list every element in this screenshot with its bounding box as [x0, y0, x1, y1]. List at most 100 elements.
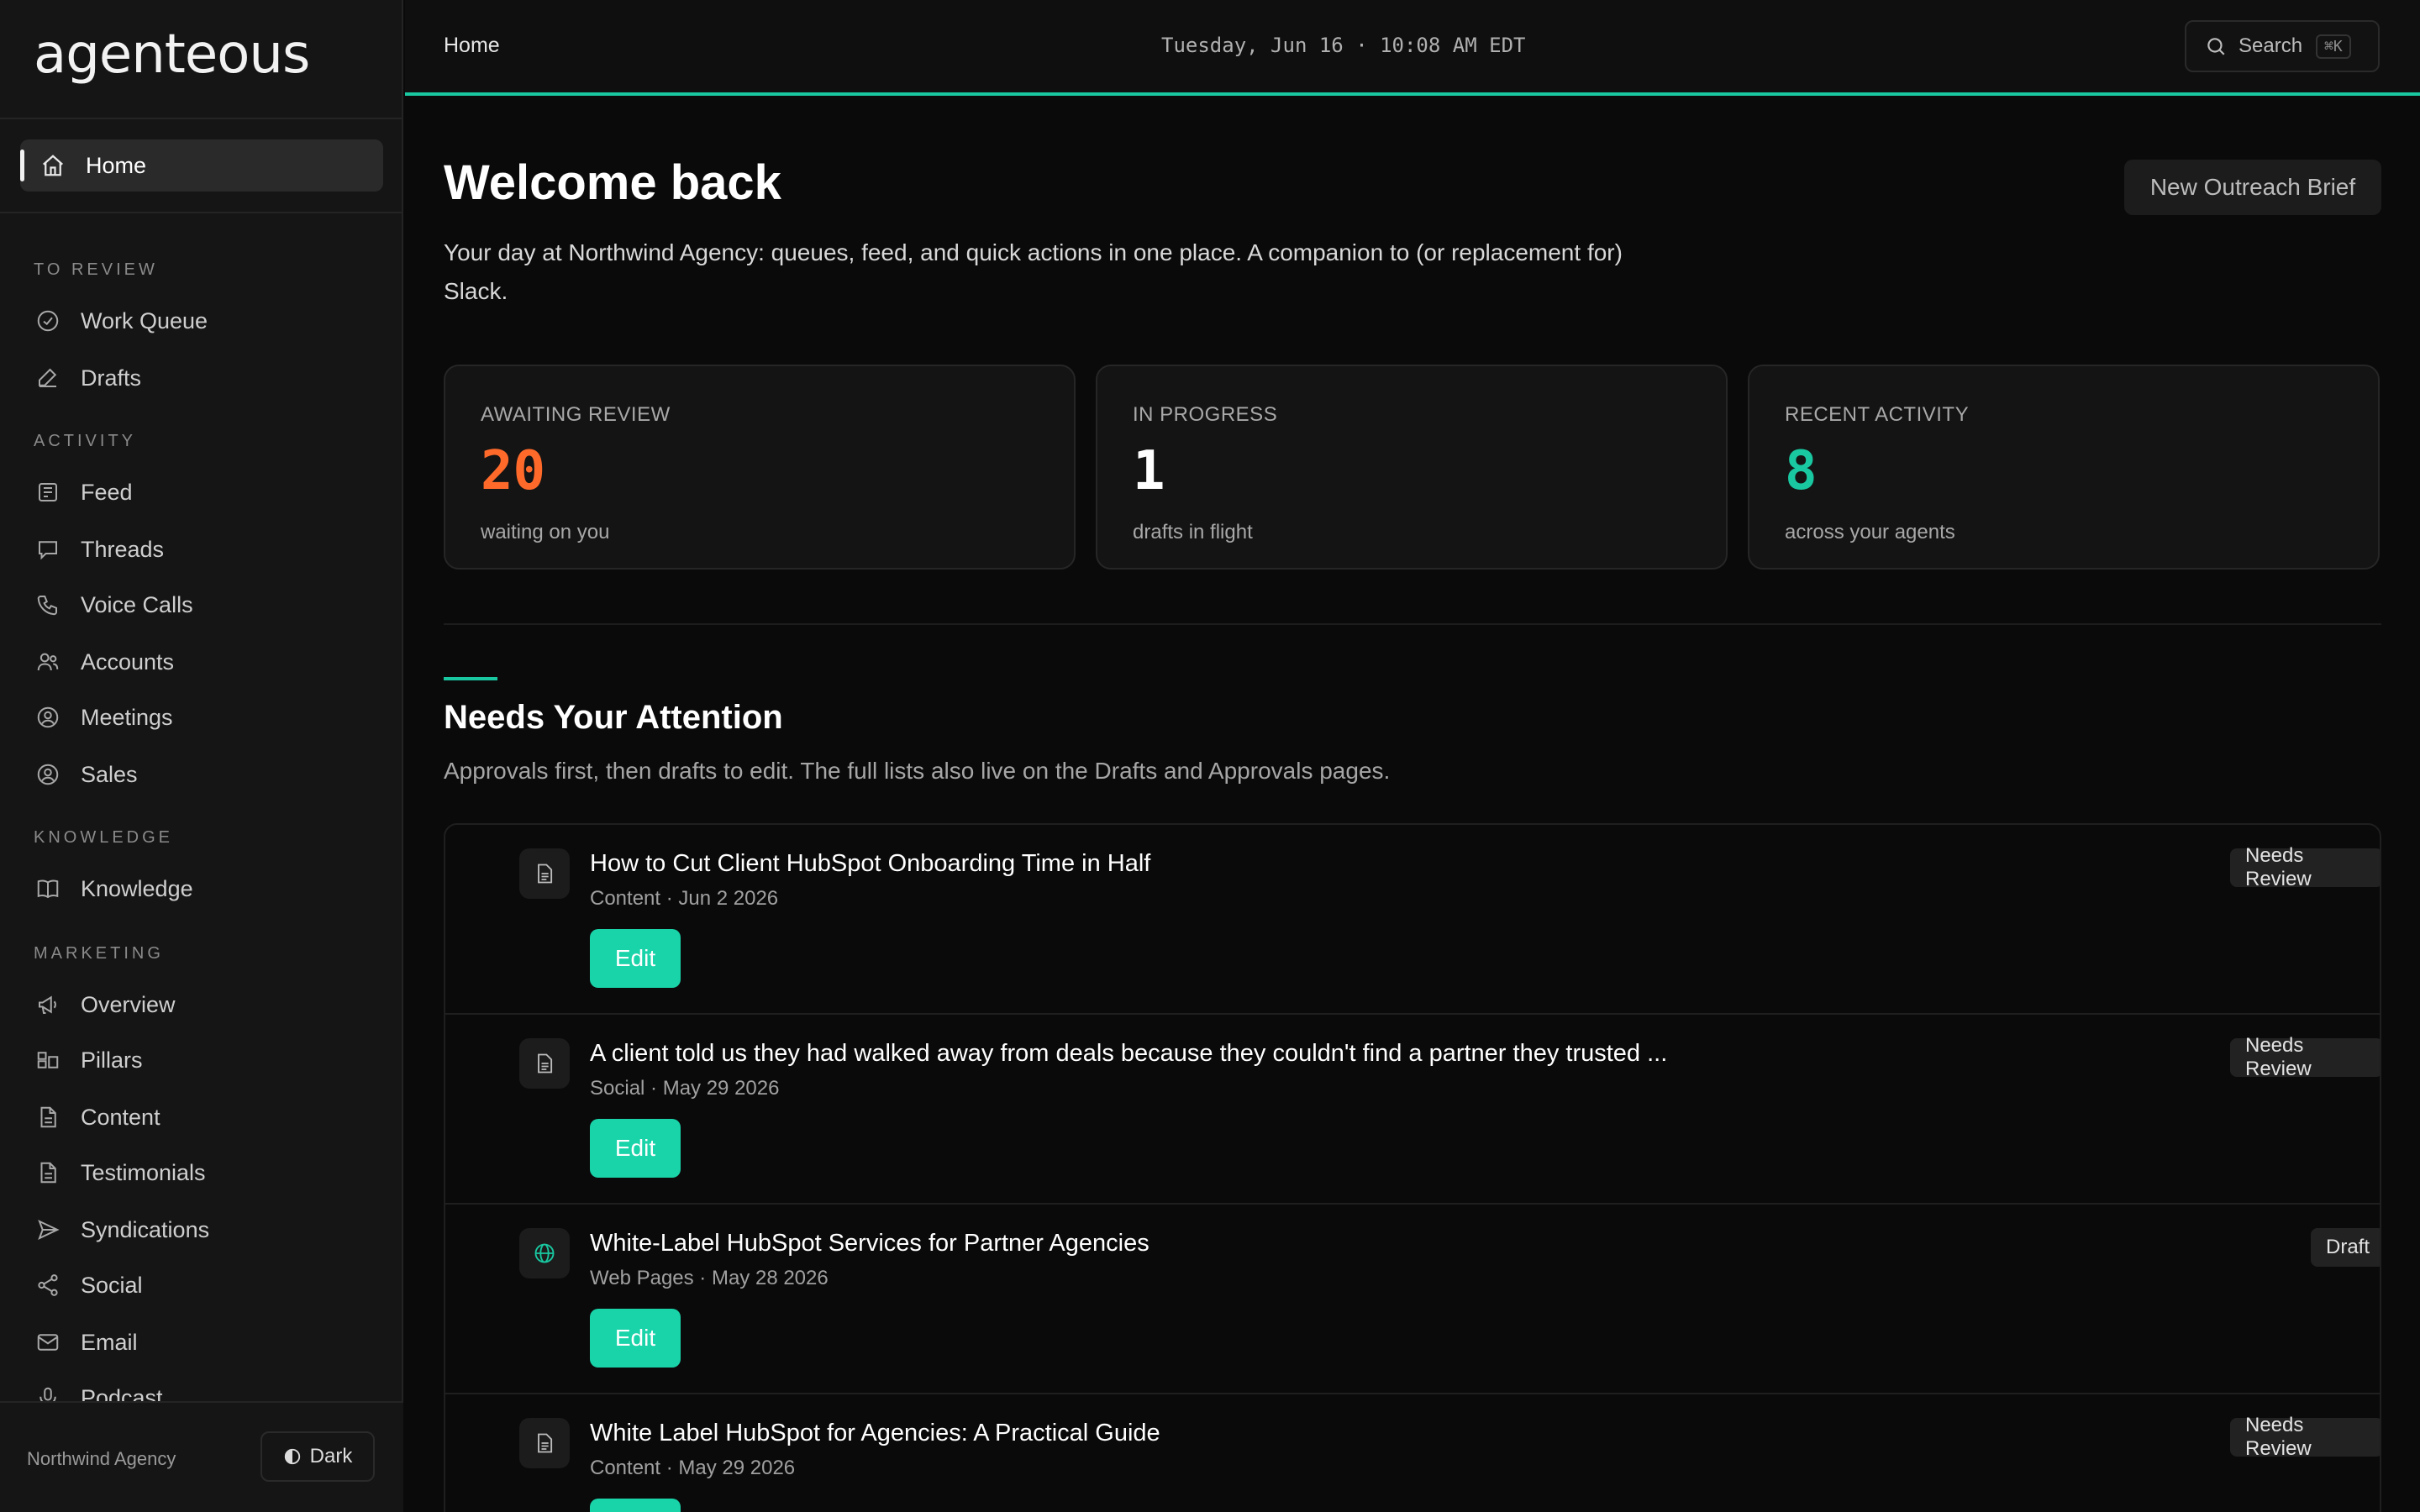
main-content: Welcome back New Outreach Brief Your day… — [405, 99, 2420, 1512]
top-bar: Home Tuesday, Jun 16 · 10:08 AM EDT Sear… — [405, 0, 2420, 96]
sidebar-item-sales[interactable]: Sales — [34, 751, 138, 798]
active-indicator — [20, 150, 24, 181]
status-badge: Needs Review — [2230, 1034, 2380, 1080]
sidebar-item-social[interactable]: Social — [34, 1262, 143, 1309]
sidebar-item-drafts[interactable]: Drafts — [34, 354, 141, 402]
stat-note: across your agents — [1785, 521, 1955, 543]
phone-icon — [34, 591, 62, 619]
item-title[interactable]: White-Label HubSpot Services for Partner… — [590, 1230, 1150, 1257]
keyboard-shortcut: ⌘K — [2316, 34, 2351, 59]
edit-button[interactable]: Edit — [590, 1309, 681, 1368]
status-badge: Needs Review — [2230, 844, 2380, 890]
share-icon — [34, 1271, 62, 1299]
stat-note: drafts in flight — [1133, 521, 1253, 543]
sidebar-footer: Northwind Agency Dark — [0, 1401, 403, 1512]
sidebar-divider — [0, 118, 403, 119]
columns-icon — [34, 1046, 62, 1074]
section-subtitle: Approvals first, then drafts to edit. Th… — [444, 758, 1391, 784]
sidebar-item-threads[interactable]: Threads — [34, 526, 164, 573]
page-subtitle: Your day at Northwind Agency: queues, fe… — [444, 239, 1623, 304]
document-icon — [519, 1418, 570, 1468]
edit-button[interactable]: Edit — [590, 1499, 681, 1512]
stat-card-awaiting-review[interactable]: AWAITING REVIEW 20 waiting on you — [444, 365, 1076, 570]
globe-icon — [519, 1228, 570, 1278]
stat-value: 20 — [481, 440, 546, 502]
sidebar-item-label: Accounts — [81, 648, 175, 675]
status-badge: Needs Review — [2230, 1414, 2380, 1460]
app-logo[interactable]: agenteous — [34, 24, 310, 86]
sidebar-item-label: Syndications — [81, 1216, 210, 1242]
new-outreach-brief-button[interactable]: New Outreach Brief — [2124, 160, 2381, 215]
sidebar: agenteous Home TO REVIEW Work Queue Draf… — [0, 0, 403, 1512]
user-circle-icon — [34, 760, 62, 789]
pencil-icon — [34, 364, 62, 392]
sidebar-item-syndications[interactable]: Syndications — [34, 1206, 209, 1253]
sidebar-item-content[interactable]: Content — [34, 1094, 160, 1141]
sidebar-item-knowledge[interactable]: Knowledge — [34, 865, 193, 912]
sidebar-item-voice-calls[interactable]: Voice Calls — [34, 581, 193, 628]
sidebar-item-feed[interactable]: Feed — [34, 469, 133, 516]
sidebar-item-label: Work Queue — [81, 307, 208, 333]
stat-label: IN PROGRESS — [1133, 403, 1278, 426]
edit-button[interactable]: Edit — [590, 1119, 681, 1178]
stat-label: AWAITING REVIEW — [481, 403, 671, 426]
item-title[interactable]: How to Cut Client HubSpot Onboarding Tim… — [590, 850, 1150, 878]
page-title: Welcome back — [444, 155, 781, 210]
sidebar-item-accounts[interactable]: Accounts — [34, 638, 174, 685]
attention-list: How to Cut Client HubSpot Onboarding Tim… — [444, 823, 2381, 1512]
sidebar-item-label: Email — [81, 1329, 138, 1355]
current-datetime: Tuesday, Jun 16 · 10:08 AM EDT — [1161, 34, 1526, 57]
sidebar-item-email[interactable]: Email — [34, 1319, 138, 1366]
stat-value: 8 — [1785, 440, 1818, 502]
section-divider — [444, 623, 2381, 625]
item-title[interactable]: White Label HubSpot for Agencies: A Prac… — [590, 1420, 1160, 1447]
sidebar-item-meetings[interactable]: Meetings — [34, 694, 173, 741]
sidebar-item-label: Overview — [81, 991, 176, 1017]
sidebar-item-testimonials[interactable]: Testimonials — [34, 1149, 206, 1196]
item-meta: Content · May 29 2026 — [590, 1457, 796, 1479]
sidebar-item-label: Social — [81, 1272, 143, 1298]
user-circle-icon — [34, 703, 62, 732]
mail-icon — [34, 1328, 62, 1357]
sidebar-item-label: Knowledge — [81, 875, 193, 901]
sidebar-item-work-queue[interactable]: Work Queue — [34, 297, 208, 344]
stat-label: RECENT ACTIVITY — [1785, 403, 1970, 426]
contrast-icon — [284, 1448, 300, 1465]
document-icon — [519, 1038, 570, 1089]
sidebar-item-label: Sales — [81, 761, 138, 787]
sidebar-item-overview[interactable]: Overview — [34, 981, 176, 1028]
sidebar-item-label: Voice Calls — [81, 591, 193, 617]
stat-card-in-progress[interactable]: IN PROGRESS 1 drafts in flight — [1096, 365, 1728, 570]
list-item[interactable]: White-Label HubSpot Services for Partner… — [445, 1205, 2380, 1394]
sidebar-item-label: Testimonials — [81, 1159, 206, 1185]
search-label: Search — [2238, 34, 2303, 57]
chat-bubble-icon — [34, 535, 62, 564]
status-badge: Draft — [2311, 1228, 2380, 1267]
theme-toggle-button[interactable]: Dark — [260, 1431, 375, 1482]
list-item[interactable]: How to Cut Client HubSpot Onboarding Tim… — [445, 825, 2380, 1015]
sidebar-item-home[interactable]: Home — [20, 139, 383, 192]
sidebar-item-label: Feed — [81, 479, 133, 505]
edit-button[interactable]: Edit — [590, 929, 681, 988]
item-title[interactable]: A client told us they had walked away fr… — [590, 1040, 1667, 1068]
item-meta: Content · Jun 2 2026 — [590, 887, 779, 910]
search-icon — [2207, 38, 2225, 55]
document-icon — [34, 1158, 62, 1187]
section-accent — [444, 677, 497, 680]
send-icon — [34, 1215, 62, 1244]
item-meta: Social · May 29 2026 — [590, 1077, 780, 1100]
section-label-marketing: MARKETING — [34, 944, 164, 963]
section-label-to-review: TO REVIEW — [34, 260, 158, 279]
list-item[interactable]: A client told us they had walked away fr… — [445, 1015, 2380, 1205]
sidebar-item-label: Content — [81, 1104, 160, 1130]
org-name: Northwind Agency — [27, 1448, 176, 1469]
list-item[interactable]: White Label HubSpot for Agencies: A Prac… — [445, 1394, 2380, 1512]
document-icon — [519, 848, 570, 899]
search-button[interactable]: Search ⌘K — [2185, 20, 2380, 72]
sidebar-item-label: Pillars — [81, 1047, 143, 1073]
book-icon — [34, 874, 62, 903]
breadcrumb[interactable]: Home — [444, 34, 500, 58]
stat-card-recent-activity[interactable]: RECENT ACTIVITY 8 across your agents — [1748, 365, 2380, 570]
sidebar-item-pillars[interactable]: Pillars — [34, 1037, 143, 1084]
newspaper-icon — [34, 478, 62, 507]
